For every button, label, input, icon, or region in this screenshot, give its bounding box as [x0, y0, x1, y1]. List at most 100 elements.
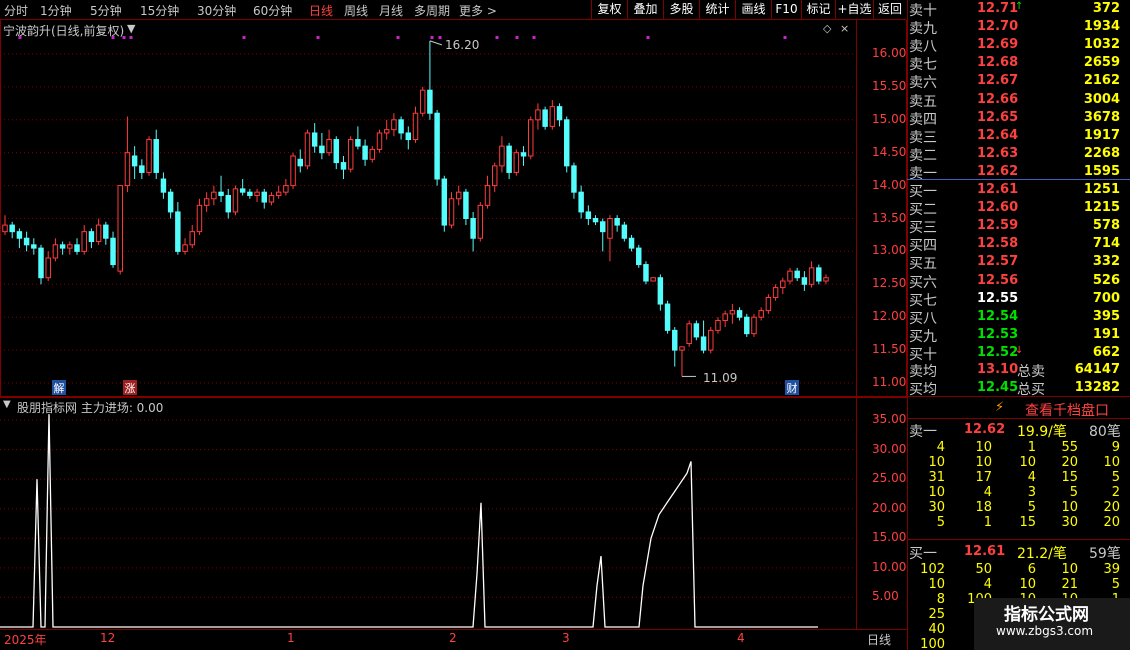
bid-level[interactable]: 买四 12.58 714 — [907, 235, 1130, 254]
period-indicator[interactable]: 日线 — [867, 631, 891, 648]
f10-button[interactable]: F10 — [771, 0, 801, 19]
qiandang-link[interactable]: 查看千档盘口 — [1025, 400, 1109, 420]
level-price: 12.59 — [977, 218, 1019, 234]
period-tab-30min[interactable]: 30分钟 — [197, 2, 236, 19]
fuquan-button[interactable]: 复权 — [591, 0, 627, 19]
multi-stock-button[interactable]: 多股 — [663, 0, 699, 19]
finance-marker[interactable]: 财 — [785, 380, 799, 395]
period-tab-monthly[interactable]: 月线 — [379, 2, 403, 19]
level-label: 买八 — [909, 310, 937, 327]
toolbar: 分时 1分钟 5分钟 15分钟 30分钟 60分钟 日线 周线 月线 多周期 更… — [0, 0, 906, 20]
tick-cell: 3 — [1027, 485, 1036, 500]
candle-up — [2, 224, 8, 233]
bid-level[interactable]: 买三 12.59 578 — [907, 217, 1130, 236]
period-tab-fenshi[interactable]: 分时 — [4, 2, 28, 19]
stats-button[interactable]: 统计 — [699, 0, 735, 19]
event-dot — [111, 36, 115, 39]
candle-down — [175, 211, 181, 252]
watermark-logo: 指标公式网 www.zbgs3.com — [974, 598, 1130, 650]
tick-cell: 39 — [1103, 562, 1120, 577]
tick-cell: 4 — [936, 440, 945, 455]
ask-level[interactable]: 卖三 12.64 1917 — [907, 127, 1130, 146]
ask-level[interactable]: 卖十 12.71 372 ↑ — [907, 0, 1130, 19]
period-tab-1min[interactable]: 1分钟 — [40, 2, 72, 19]
event-dot — [495, 36, 499, 39]
tick-cell: 17 — [975, 470, 992, 485]
level-label: 买五 — [909, 256, 937, 273]
watermark-url: www.zbgs3.com — [996, 624, 1094, 638]
candle-up — [95, 224, 102, 243]
limit-up-marker[interactable]: 涨 — [123, 380, 137, 395]
overlay-button[interactable]: 叠加 — [627, 0, 663, 19]
period-tab-daily[interactable]: 日线 — [309, 2, 333, 19]
period-tab-weekly[interactable]: 周线 — [344, 2, 368, 19]
event-dot — [316, 36, 320, 39]
total-label: 总卖 — [1017, 364, 1045, 380]
bid-level[interactable]: 买二 12.60 1215 — [907, 199, 1130, 218]
candle-down — [506, 145, 512, 173]
ask-level[interactable]: 卖八 12.69 1032 — [907, 36, 1130, 55]
level-volume: 1032 — [1083, 37, 1120, 53]
tick-cell: 10 — [928, 455, 945, 470]
price-tick-label: 12.00 — [872, 309, 907, 324]
indicator-tick-label: 35.00 — [872, 412, 907, 426]
level-price: 12.52 — [977, 344, 1019, 360]
candle-up — [758, 310, 764, 318]
period-tab-multi[interactable]: 多周期 — [414, 2, 450, 19]
unlock-marker[interactable]: 解 — [52, 380, 66, 395]
level-price: 12.55 — [977, 290, 1019, 306]
add-watchlist-button[interactable]: +自选 — [835, 0, 873, 19]
ask-level[interactable]: 卖七 12.68 2659 — [907, 54, 1130, 73]
ask-level[interactable]: 卖六 12.67 2162 — [907, 72, 1130, 92]
period-tab-15min[interactable]: 15分钟 — [140, 2, 179, 19]
bid-level[interactable]: 买六 12.56 526 — [907, 272, 1130, 291]
candle-down — [427, 89, 433, 114]
bid-level[interactable]: 买五 12.57 332 — [907, 253, 1130, 273]
candle-down — [672, 329, 678, 351]
level-volume: 191 — [1092, 326, 1120, 342]
price-tick-label: 14.00 — [872, 177, 907, 192]
back-button[interactable]: 返回 — [873, 0, 906, 19]
bid-level[interactable]: 买八 12.54 395 — [907, 308, 1130, 327]
tick-cell: 31 — [928, 470, 945, 485]
ask-level[interactable]: 卖四 12.65 3678 — [907, 109, 1130, 128]
bid-level[interactable]: 买九 12.53 191 — [907, 326, 1130, 345]
candle-down — [664, 303, 671, 331]
ask-level[interactable]: 卖五 12.66 3004 — [907, 91, 1130, 110]
mark-button[interactable]: 标记 — [801, 0, 835, 19]
level-price: 12.54 — [977, 308, 1019, 324]
period-tab-60min[interactable]: 60分钟 — [253, 2, 292, 19]
level-label: 卖六 — [909, 75, 937, 92]
level-price: 12.57 — [977, 254, 1019, 270]
level-price: 12.68 — [977, 55, 1019, 71]
period-tab-5min[interactable]: 5分钟 — [90, 2, 122, 19]
candle-up — [211, 191, 217, 200]
indicator-tick-label: 5.00 — [872, 589, 899, 604]
event-dot — [438, 36, 442, 39]
candle-up — [722, 313, 728, 321]
candle-down — [225, 194, 231, 213]
candle-down — [542, 109, 548, 127]
candle-down — [571, 165, 577, 193]
ask-level[interactable]: 卖二 12.63 2268 — [907, 145, 1130, 164]
bid-level[interactable]: 买十 12.52 662 ↓ — [907, 344, 1130, 363]
tick-cell: 4 — [1027, 470, 1036, 485]
level-price: 12.66 — [977, 91, 1019, 107]
tick-cell: 20 — [1103, 515, 1120, 530]
bid-level[interactable]: 买一 12.61 1251 — [907, 181, 1130, 200]
candle-down — [621, 224, 628, 239]
ask-level[interactable]: 卖九 12.70 1934 — [907, 18, 1130, 37]
tick-cell: 25 — [928, 607, 945, 622]
arrow-down-icon: ↓ — [1015, 344, 1024, 356]
draw-line-button[interactable]: 画线 — [735, 0, 771, 19]
candle-down — [520, 152, 527, 157]
period-tab-more[interactable]: 更多 > — [459, 2, 497, 19]
level-label: 卖四 — [909, 111, 937, 128]
level-label: 买一 — [909, 184, 937, 200]
candle-up — [715, 319, 721, 331]
candle-up — [484, 185, 491, 206]
candle-up — [455, 191, 462, 200]
high-pointer — [429, 40, 443, 46]
bid-level[interactable]: 买七 12.55 700 — [907, 290, 1130, 309]
candle-down — [218, 191, 224, 196]
